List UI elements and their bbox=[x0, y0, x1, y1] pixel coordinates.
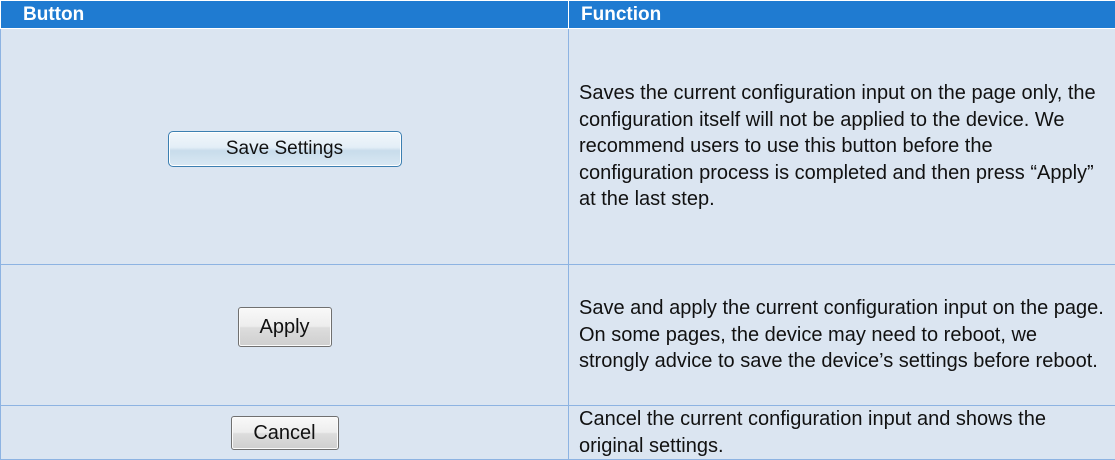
button-function-table: Button Function Save Settings Saves the … bbox=[0, 0, 1115, 460]
table-row: Cancel Cancel the current configuration … bbox=[1, 406, 1115, 460]
column-header-function: Function bbox=[569, 1, 1115, 29]
button-cell: Apply bbox=[1, 265, 569, 406]
function-description: Saves the current configuration input on… bbox=[569, 29, 1115, 265]
table-header-row: Button Function bbox=[1, 1, 1115, 29]
table-row: Save Settings Saves the current configur… bbox=[1, 29, 1115, 265]
button-cell: Cancel bbox=[1, 406, 569, 460]
column-header-button: Button bbox=[1, 1, 569, 29]
save-settings-button[interactable]: Save Settings bbox=[168, 131, 402, 167]
table-row: Apply Save and apply the current configu… bbox=[1, 265, 1115, 406]
function-description: Cancel the current configuration input a… bbox=[569, 406, 1115, 460]
cancel-button[interactable]: Cancel bbox=[231, 416, 339, 450]
apply-button[interactable]: Apply bbox=[238, 307, 332, 347]
function-description: Save and apply the current configuration… bbox=[569, 265, 1115, 406]
button-cell: Save Settings bbox=[1, 29, 569, 265]
